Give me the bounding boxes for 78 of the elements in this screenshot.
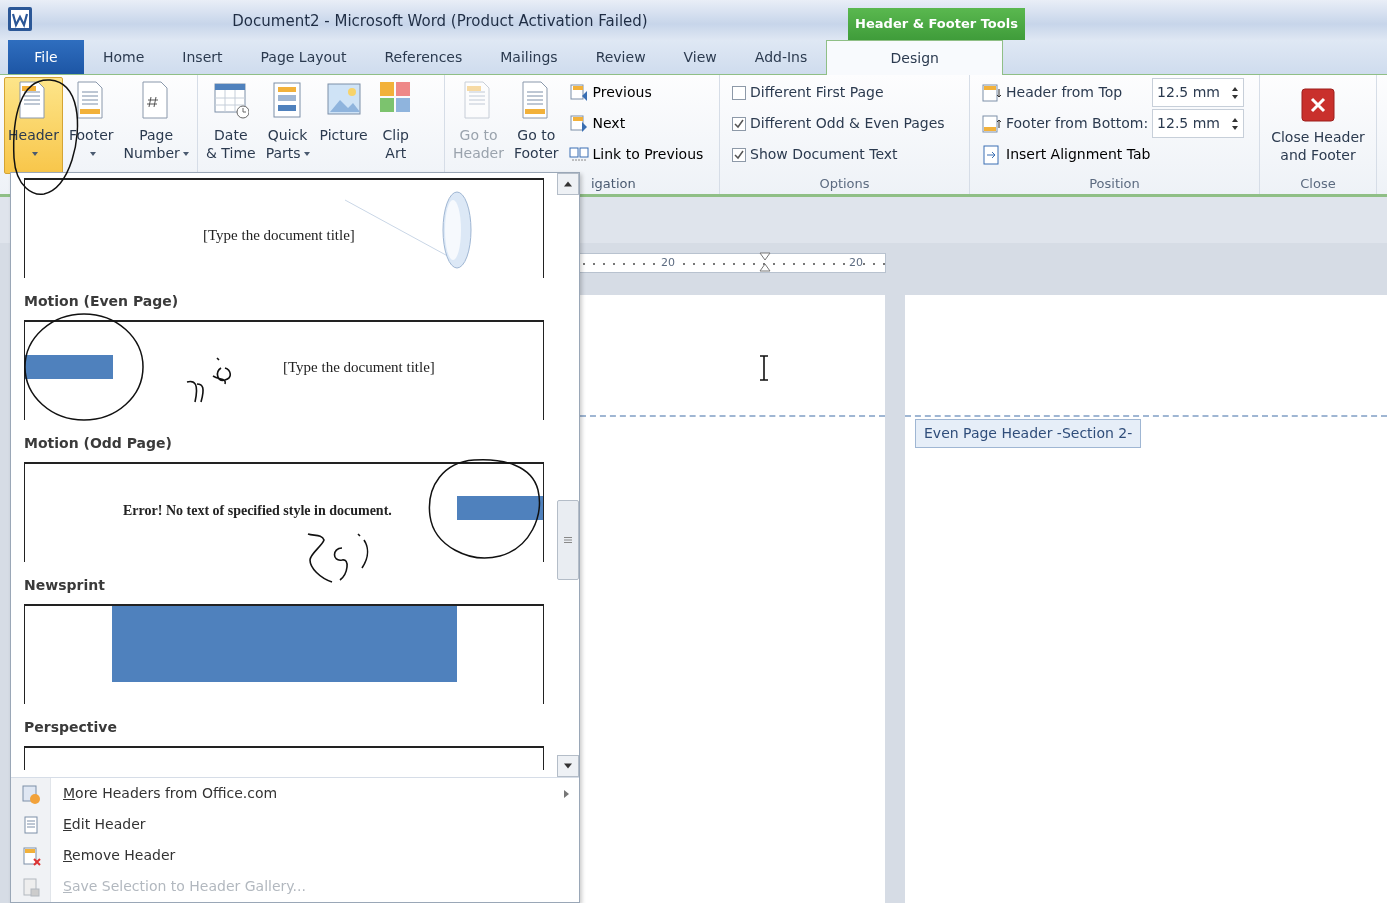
ribbon-button[interactable]: Quick Parts [261,77,314,174]
ribbon-button[interactable]: Clip Art [373,77,418,174]
scrollbar-thumb[interactable] [557,500,579,580]
page-margin-icon [982,113,1002,134]
caret-icon [32,152,38,156]
group-label: Position [1088,175,1141,193]
page-margin-icon [982,82,1002,103]
ribbon-tab[interactable]: View [664,40,736,74]
ribbon-button[interactable]: Insert Alignment Tab [982,139,1245,170]
scroll-down-button[interactable] [557,755,579,777]
preview-text: [Type the document title] [283,358,435,377]
gallery-heading: Newsprint [24,576,106,595]
document-delete-icon [20,845,41,866]
menu-item[interactable]: More Headers from Office.com [11,778,579,809]
ribbon-tab[interactable]: Page Layout [241,40,366,74]
checkbox[interactable] [732,85,746,100]
ribbon-button[interactable]: Previous [568,77,704,108]
align-tab-icon [982,144,1002,165]
menu-item[interactable]: Edit Header [11,809,579,840]
ribbon-tab[interactable]: Insert [163,40,242,74]
header-preview[interactable] [24,746,544,770]
contextual-tab-group-title: Header & Footer Tools [848,8,1025,40]
globe-document-icon [20,783,41,804]
gallery-heading: Motion (Odd Page) [24,434,173,453]
window-title: Document2 - Microsoft Word (Product Activation Failed) [231,10,649,32]
ribbon-tab[interactable]: Design [826,40,1004,75]
group-label: Options [818,175,871,193]
caret-icon [303,152,310,156]
checkbox-label: Different First Page [750,83,884,102]
ribbon-button[interactable]: Picture [315,77,372,174]
spin-field[interactable]: 12.5 mm [1152,78,1245,107]
menu-item[interactable]: Remove Header [11,840,579,871]
header-preview[interactable] [24,604,544,704]
grip-icon [564,537,572,543]
ribbon-tab[interactable]: Review [576,40,665,74]
close-icon [1301,88,1335,122]
down-arrow-icon [564,763,572,769]
checkbox[interactable] [732,147,746,162]
close-header-footer-button[interactable]: Close Header and Footer [1264,77,1372,174]
ribbon-button[interactable]: Next [568,108,704,139]
ribbon-button[interactable]: Page Number [119,77,193,174]
header-preview[interactable]: [Type the document title] [24,178,544,278]
checkbox[interactable] [732,116,746,131]
preview-text: [Type the document title] [203,226,355,245]
header-preview[interactable]: Error! No text of specified style in document. [24,462,544,562]
checkbox-label: Different Odd & Even Pages [750,114,945,133]
submenu-arrow-icon [564,789,569,798]
header-preview[interactable]: [Type the document title] [24,320,544,420]
ribbon-button[interactable]: Link to Previous [568,139,704,170]
up-arrow-icon [564,181,572,187]
spin-arrows-icon [1231,85,1240,100]
i-beam-cursor-icon [759,355,769,381]
file-tab[interactable]: File [8,40,84,74]
scroll-up-button[interactable] [557,173,579,195]
ribbon-tab[interactable]: Mailings [481,40,577,74]
gallery-heading: Perspective [24,718,118,737]
page-arrow-icon [568,82,589,103]
field-label: Footer from Bottom: [1006,114,1149,133]
checkbox-label: Show Document Text [750,145,898,164]
ribbon-tab[interactable]: References [365,40,482,74]
app-logo-icon [8,7,32,31]
page-arrow-icon [568,113,589,134]
caret-icon [89,152,96,156]
header-section-tag: Even Page Header -Section 2- [915,419,1142,448]
ribbon-button[interactable]: Date & Time [202,77,260,174]
document-save-icon [20,876,41,897]
ribbon-button[interactable]: Go to Footer [510,77,563,174]
preview-text: Error! No text of specified style in document. [123,502,392,520]
spin-arrows-icon [1231,116,1240,131]
field-label: Header from Top [1006,83,1124,102]
calendar-clock-icon [212,80,249,120]
group-label: igation [591,175,636,193]
ribbon-tab[interactable]: Home [84,40,164,74]
gallery-heading: Motion (Even Page) [24,292,180,311]
caret-icon [182,152,189,156]
spin-field[interactable]: 12.5 mm [1152,109,1245,138]
ribbon-tab[interactable]: Add-Ins [735,40,827,74]
group-label: Close [1299,175,1337,193]
